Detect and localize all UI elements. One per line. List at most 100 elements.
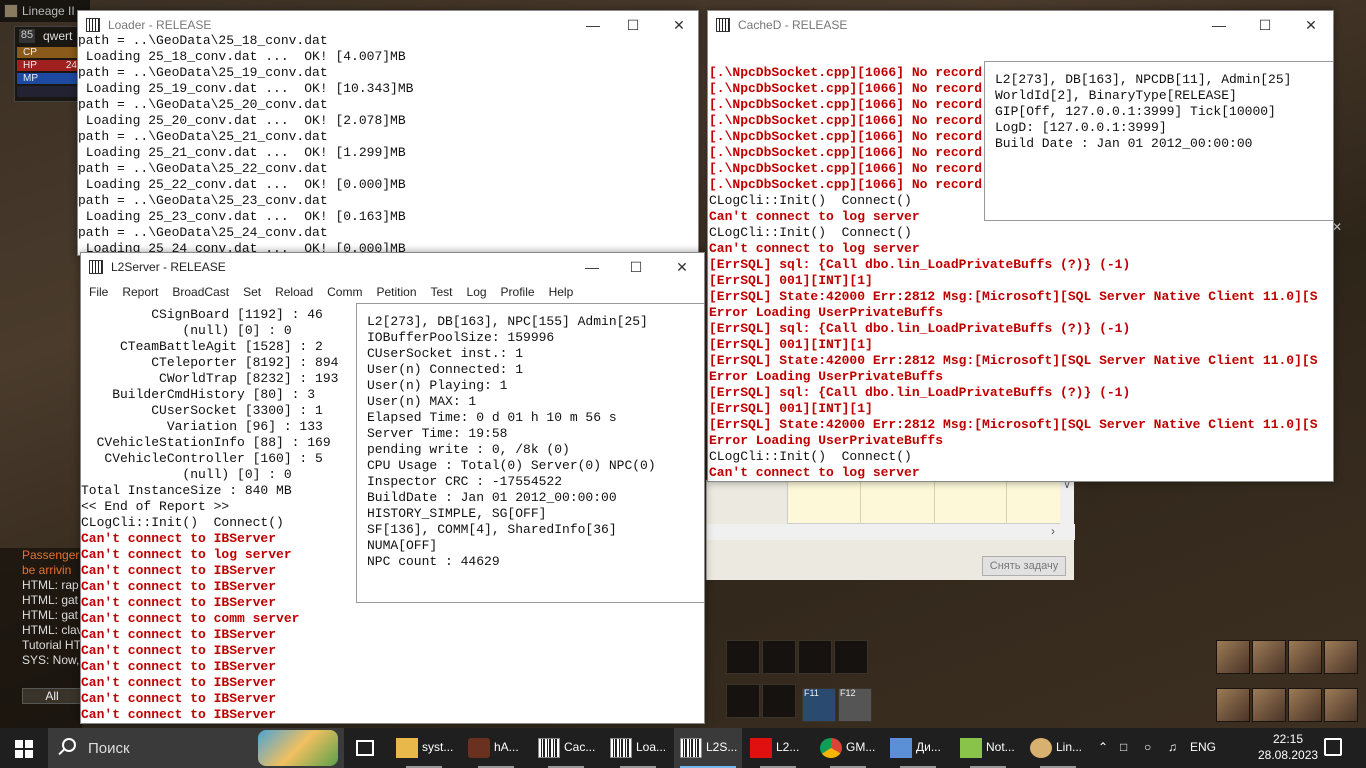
hotbar-slot[interactable] — [726, 684, 760, 718]
console-line: [ErrSQL] 001][INT][1] — [709, 273, 873, 288]
info-line: HISTORY_SIMPLE, SG[OFF] — [367, 506, 547, 521]
chat-panel[interactable]: Passenger be arrivin HTML: rap HTML: gat… — [0, 548, 82, 728]
l2server-menubar[interactable]: File Report BroadCast Set Reload Comm Petition… — [81, 283, 704, 303]
close-button[interactable]: ✕ — [1296, 15, 1326, 35]
console-line: [ErrSQL] sql: {Call dbo.lin_LoadPrivateB… — [709, 321, 1131, 336]
l2server-titlebar[interactable]: L2Server - RELEASE — ☐ ✕ — [81, 253, 704, 281]
console-line: Can't connect to IBServer — [81, 643, 277, 658]
console-line: Error Loading UserPrivateBuffs — [709, 433, 944, 448]
chat-line: Tutorial HT — [22, 638, 81, 652]
menu-item[interactable]: Set — [235, 283, 267, 299]
close-button[interactable]: ✕ — [667, 257, 697, 277]
keyboard-language[interactable]: ENG — [1190, 740, 1216, 754]
taskbar-app-5[interactable]: L2... — [744, 728, 812, 768]
hotkey-f11: F11 — [804, 688, 819, 698]
info-line: NUMA[OFF] — [367, 538, 438, 553]
minimize-button[interactable]: — — [577, 257, 607, 277]
menu-item[interactable]: Petition — [368, 283, 422, 299]
taskbar-app-4[interactable]: L2S... — [674, 728, 742, 768]
folder-icon — [396, 738, 418, 758]
system-menu-icon[interactable] — [1324, 688, 1358, 722]
hotbar-slot[interactable] — [798, 640, 832, 674]
horizontal-scrollbar[interactable]: › — [707, 524, 1075, 540]
menu-item[interactable]: Report — [114, 283, 164, 299]
maximize-button[interactable]: ☐ — [1250, 15, 1280, 35]
taskbar-app-label: Loa... — [636, 740, 667, 754]
taskbar-clock[interactable]: 22:15 28.08.2023 — [1258, 731, 1318, 763]
info-line: IOBufferPoolSize: 159996 — [367, 330, 555, 345]
menu-item[interactable]: Help — [541, 283, 580, 299]
info-line: SF[136], COMM[4], SharedInfo[36] — [367, 522, 617, 537]
scroll-down-icon[interactable]: ∨ — [1060, 480, 1074, 524]
menu-item[interactable]: Reload — [267, 283, 319, 299]
maximize-button[interactable]: ☐ — [621, 257, 651, 277]
taskbar-app-6[interactable]: GM... — [814, 728, 882, 768]
cached-titlebar[interactable]: CacheD - RELEASE — ☐ ✕ — [708, 11, 1333, 39]
l2server-console: CSignBoard [1192] : 46 (null) [0] : 0 CT… — [81, 307, 357, 723]
clan-icon[interactable] — [1252, 688, 1286, 722]
chat-tab-all[interactable]: All — [22, 688, 82, 704]
taskbar-app-7[interactable]: Ди... — [884, 728, 952, 768]
maximize-button[interactable]: ☐ — [618, 15, 648, 35]
taskbar-app-2[interactable]: Cac... — [532, 728, 600, 768]
map-icon[interactable] — [1288, 688, 1322, 722]
close-button[interactable]: ✕ — [664, 15, 694, 35]
meet-now-icon[interactable]: □ — [1120, 740, 1127, 754]
chat-line: HTML: rap — [22, 578, 79, 592]
cached-window[interactable]: CacheD - RELEASE — ☐ ✕ FileScriptLogDebu… — [707, 10, 1334, 482]
game-hotbar[interactable]: F11 F12 — [706, 640, 896, 728]
actions-icon[interactable] — [1288, 640, 1322, 674]
show-hidden-icons-icon[interactable]: ⌃ — [1098, 740, 1108, 754]
taskbar-app-8[interactable]: Not... — [954, 728, 1022, 768]
skills-icon[interactable] — [1324, 640, 1358, 674]
loader-window[interactable]: Loader - RELEASE — ☐ ✕ path = ..\GeoData… — [77, 10, 699, 256]
console-icon — [680, 738, 702, 758]
inventory-icon[interactable] — [1252, 640, 1286, 674]
menu-item[interactable]: File — [81, 283, 114, 299]
end-task-button[interactable]: Снять задачу — [982, 556, 1066, 576]
chat-line: HTML: gat — [22, 608, 79, 622]
l2server-window[interactable]: L2Server - RELEASE — ☐ ✕ File Report Broad… — [80, 252, 705, 724]
minimize-button[interactable]: — — [1204, 15, 1234, 35]
taskbar-search-box[interactable]: Поиск — [48, 728, 344, 768]
console-line: Variation [96] : 133 — [81, 419, 323, 434]
console-line: path = ..\GeoData\25_20_conv.dat — [78, 97, 328, 112]
quest-icon[interactable] — [1216, 688, 1250, 722]
menu-item[interactable]: Comm — [319, 283, 368, 299]
clock-date: 28.08.2023 — [1258, 748, 1319, 762]
taskbar-app-0[interactable]: syst... — [390, 728, 458, 768]
console-line: BuilderCmdHistory [80] : 3 — [81, 387, 316, 402]
chat-line: SYS: Now, — [22, 653, 80, 667]
game-skill-panel[interactable] — [1212, 636, 1366, 728]
info-line: Build Date : Jan 01 2012_00:00:00 — [995, 136, 1253, 151]
menu-item[interactable]: Log — [459, 283, 493, 299]
taskbar-app-3[interactable]: Loa... — [604, 728, 672, 768]
minimize-button[interactable]: — — [578, 15, 608, 35]
scroll-right-icon[interactable]: › — [1051, 524, 1055, 538]
hotbar-slot[interactable] — [762, 640, 796, 674]
info-line: NPC count : 44629 — [367, 554, 500, 569]
hotbar-slot[interactable] — [834, 640, 868, 674]
menu-item[interactable]: Test — [423, 283, 459, 299]
console-line: [ErrSQL] sql: {Call dbo.lin_LoadPrivateB… — [709, 257, 1131, 272]
task-view-button[interactable] — [348, 728, 388, 768]
volume-icon[interactable]: ♫ — [1168, 740, 1177, 754]
menu-item[interactable]: Profile — [493, 283, 541, 299]
console-line: CLogCli::Init() Connect() — [709, 225, 912, 240]
menu-item[interactable]: BroadCast — [164, 283, 235, 299]
hotbar-slot[interactable] — [726, 640, 760, 674]
taskbar-app-9[interactable]: Lin... — [1024, 728, 1092, 768]
console-line: Can't connect to comm server — [81, 611, 300, 626]
exp-bar — [17, 86, 79, 97]
console-line: [ErrSQL] sql: {Call dbo.lin_LoadPrivateB… — [709, 385, 1131, 400]
hotbar-slot[interactable] — [762, 684, 796, 718]
loader-title: Loader - RELEASE — [108, 18, 212, 32]
network-icon[interactable]: ○ — [1144, 740, 1151, 754]
windows-start-button[interactable] — [0, 728, 48, 768]
taskbar-app-1[interactable]: hA... — [462, 728, 530, 768]
character-icon[interactable] — [1216, 640, 1250, 674]
notifications-icon[interactable] — [1324, 738, 1342, 756]
console-line: [ErrSQL] 001][INT][1] — [709, 337, 873, 352]
console-line: (null) [0] : 0 — [81, 467, 292, 482]
taskbar-app-label: hA... — [494, 740, 519, 754]
